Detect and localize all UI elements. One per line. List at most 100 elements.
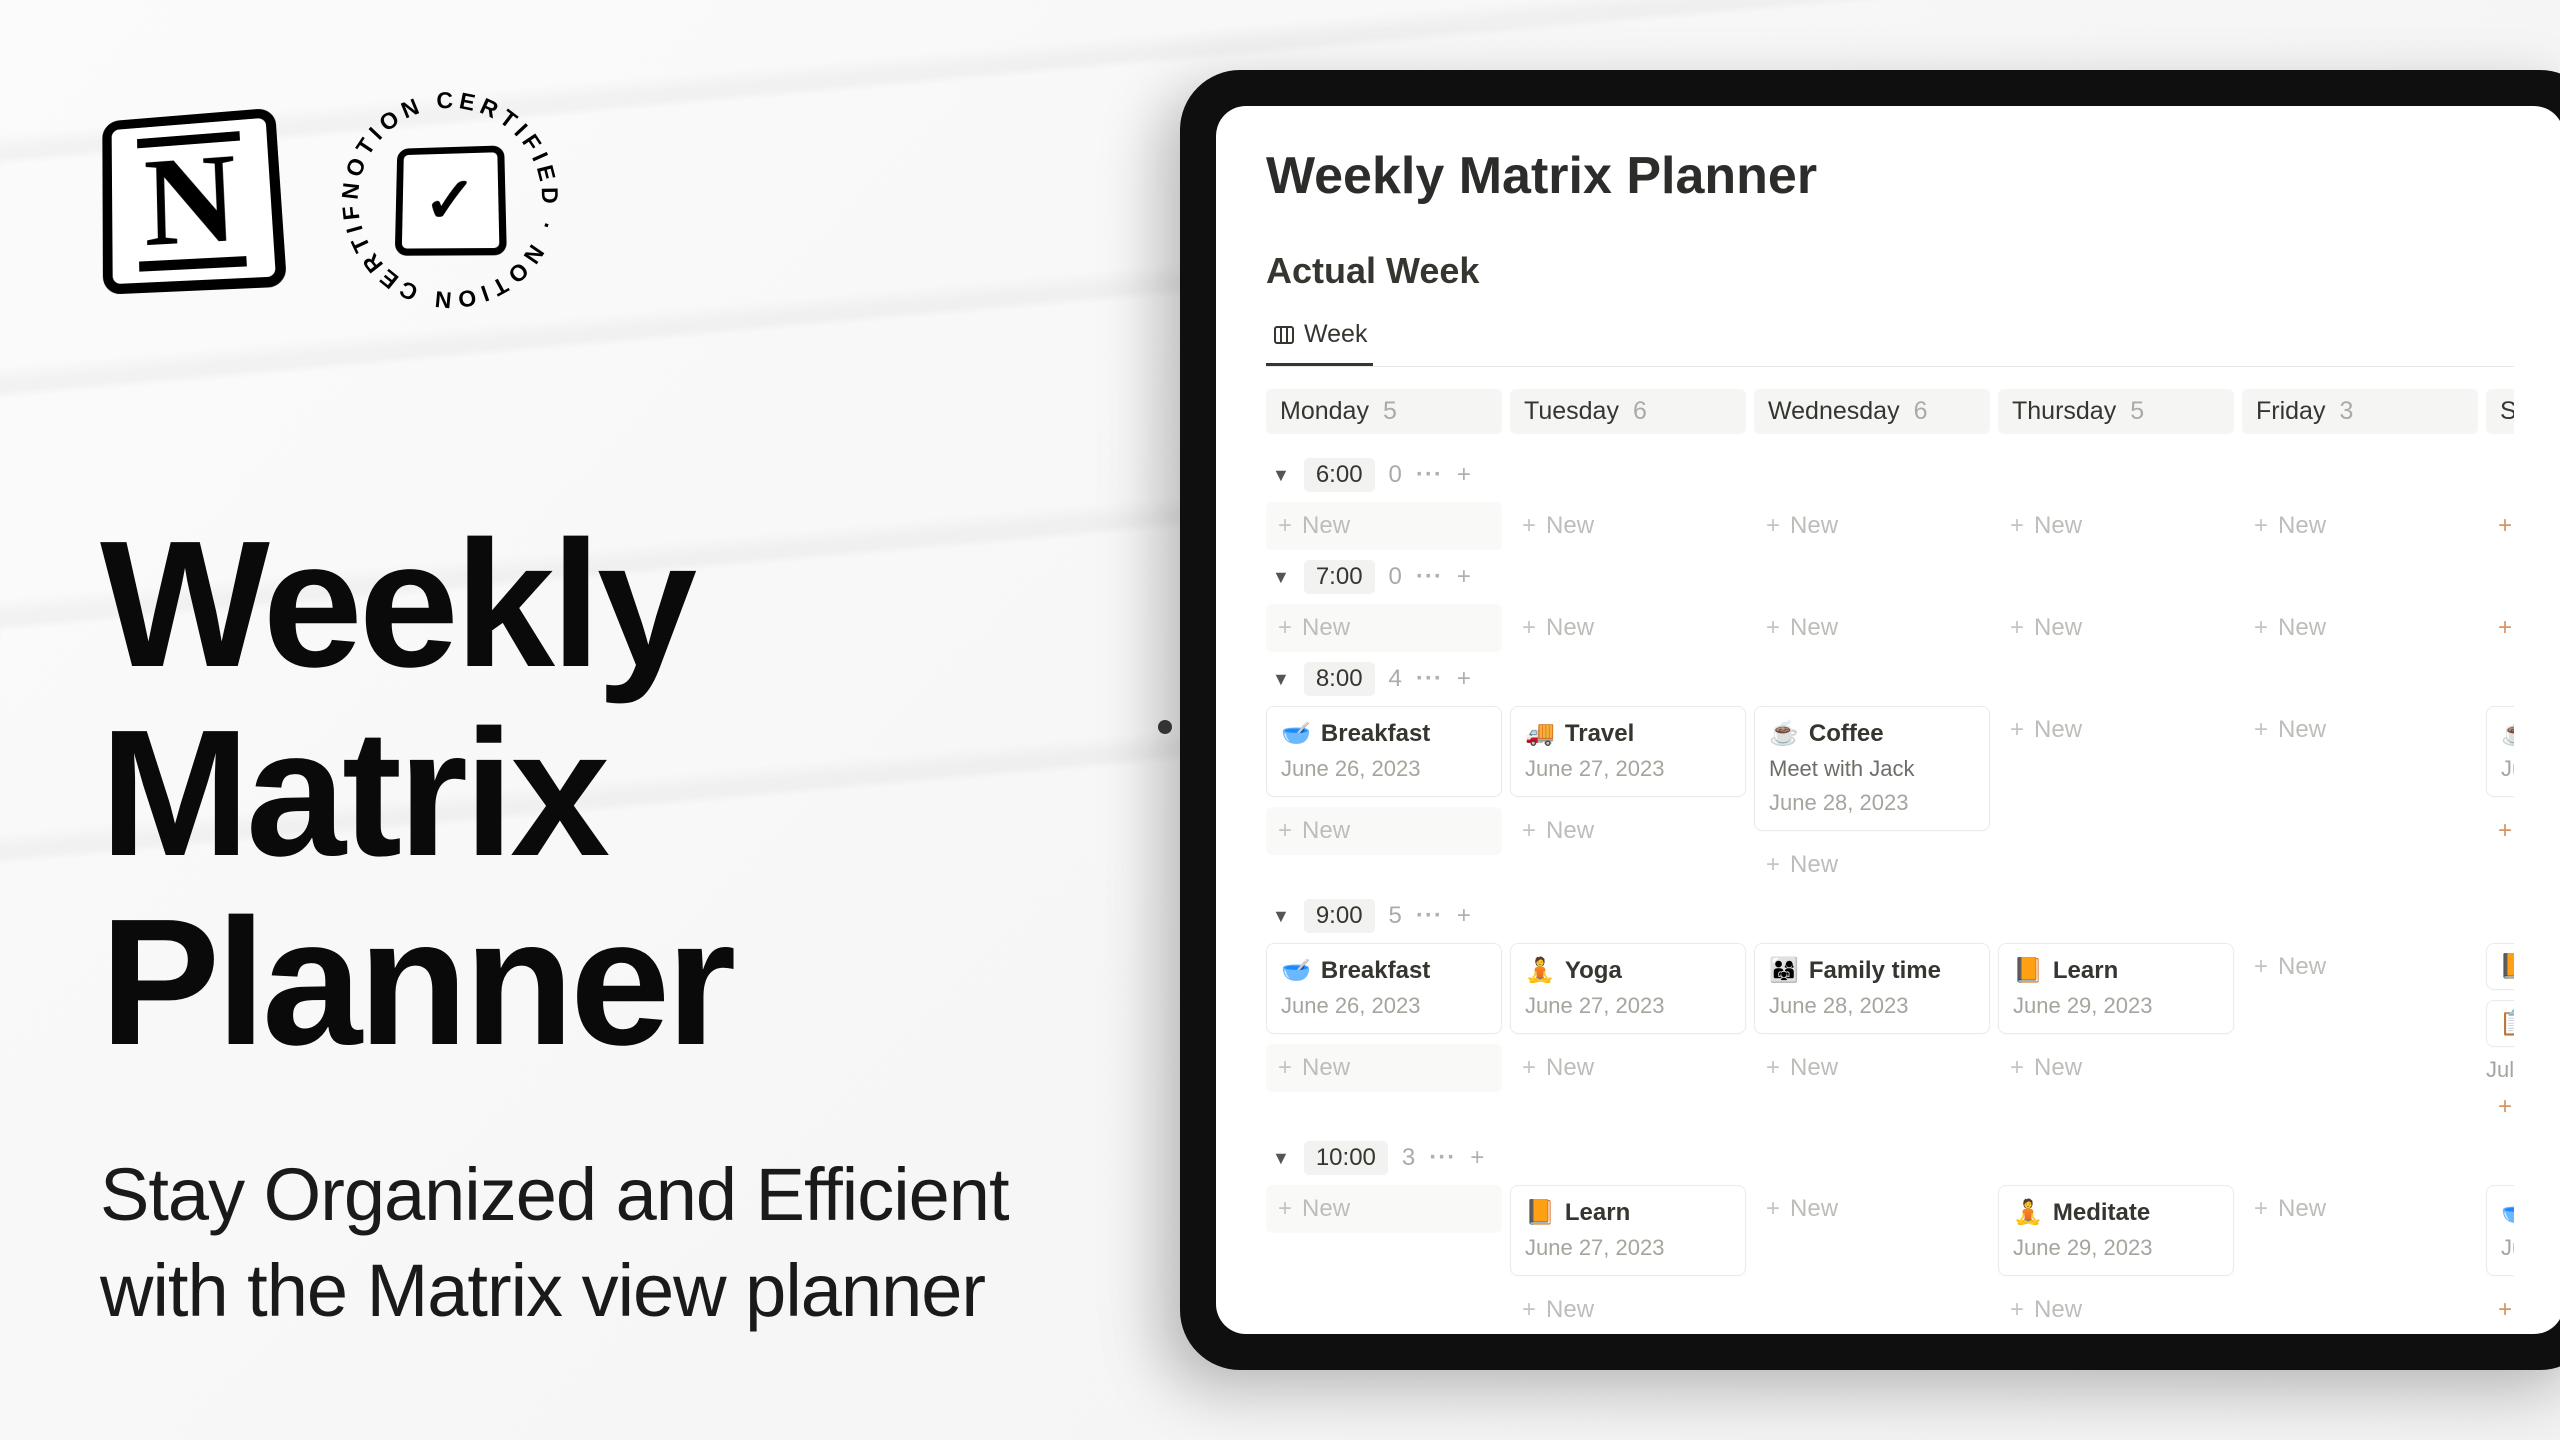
- add-icon[interactable]: +: [1457, 902, 1471, 930]
- new-button[interactable]: +New: [1998, 502, 2234, 550]
- time-group-header[interactable]: ▼6:000···+: [1266, 448, 2514, 502]
- more-icon[interactable]: ···: [1429, 1144, 1456, 1172]
- card-title: 📙Learn: [1525, 1198, 1731, 1227]
- day-header-tuesday[interactable]: Tuesday6: [1510, 389, 1746, 434]
- new-button[interactable]: +New: [1266, 1044, 1502, 1092]
- more-icon[interactable]: ···: [1416, 665, 1443, 693]
- new-button[interactable]: +New: [1754, 1044, 1990, 1092]
- event-card[interactable]: 🥣BreakfastJune 26, 2023: [1266, 706, 1502, 797]
- event-card[interactable]: 📙LearnJune 27, 2023: [1510, 1185, 1746, 1276]
- day-name: Satu: [2500, 397, 2514, 426]
- day-header-friday[interactable]: Friday3: [2242, 389, 2478, 434]
- new-button[interactable]: +New: [1754, 1185, 1990, 1233]
- event-card[interactable]: ☕CoffeeMeet with JackJune 28, 2023: [1754, 706, 1990, 831]
- calendar-cell: +New: [1998, 706, 2242, 889]
- new-button[interactable]: +New: [2486, 1083, 2514, 1131]
- calendar-cell: 👨‍👩‍👧Family timeJune 28, 2023 +New: [1754, 943, 1998, 1131]
- new-button[interactable]: +New: [1754, 604, 1990, 652]
- card-title: 🥣B: [2501, 1198, 2514, 1227]
- tab-week[interactable]: Week: [1266, 310, 1373, 366]
- calendar-cell: 🚚TravelJune 27, 2023 +New: [1510, 706, 1754, 889]
- new-button[interactable]: +New: [1510, 604, 1746, 652]
- event-card[interactable]: 📙L: [2486, 943, 2514, 990]
- new-button[interactable]: +New: [1998, 604, 2234, 652]
- new-button[interactable]: +New: [1266, 807, 1502, 855]
- collapse-caret-icon[interactable]: ▼: [1272, 465, 1290, 486]
- calendar-cell: +New: [1266, 502, 1510, 550]
- time-group-header[interactable]: ▼9:005···+: [1266, 889, 2514, 943]
- more-icon[interactable]: ···: [1416, 902, 1443, 930]
- new-button[interactable]: +N: [2486, 502, 2514, 550]
- new-button[interactable]: +New: [2242, 502, 2478, 550]
- plus-icon: +: [2498, 614, 2512, 642]
- calendar-cell: +New: [1754, 604, 1998, 652]
- day-header-thursday[interactable]: Thursday5: [1998, 389, 2234, 434]
- day-name: Monday: [1280, 397, 1369, 426]
- collapse-caret-icon[interactable]: ▼: [1272, 567, 1290, 588]
- new-button[interactable]: +New: [1998, 706, 2234, 754]
- marketing-title: Weekly Matrix Planner: [100, 510, 1100, 1077]
- collapse-caret-icon[interactable]: ▼: [1272, 1148, 1290, 1169]
- plus-icon: +: [2010, 1296, 2024, 1324]
- calendar-cell: +New: [1754, 1185, 1998, 1334]
- new-button[interactable]: +New: [1998, 1044, 2234, 1092]
- card-title: 🧘Meditate: [2013, 1198, 2219, 1227]
- new-button[interactable]: +New: [1754, 841, 1990, 889]
- event-card[interactable]: 🧘YogaJune 27, 2023: [1510, 943, 1746, 1034]
- add-icon[interactable]: +: [1470, 1144, 1484, 1172]
- calendar-cell: 🧘Meditate June 29, 2023 +New: [1998, 1185, 2242, 1334]
- new-button[interactable]: +New: [2242, 604, 2478, 652]
- plus-icon: +: [1278, 817, 1292, 845]
- card-title: 📙Learn: [2013, 956, 2219, 985]
- new-button[interactable]: +New: [2486, 807, 2514, 855]
- new-button[interactable]: +New: [1266, 502, 1502, 550]
- calendar-cell: ☕CJuly +New: [2486, 706, 2514, 889]
- card-emoji-icon: 📙: [2013, 956, 2043, 985]
- add-icon[interactable]: +: [1457, 461, 1471, 489]
- day-header-monday[interactable]: Monday 5: [1266, 389, 1502, 434]
- time-group-header[interactable]: ▼7:000···+: [1266, 550, 2514, 604]
- card-emoji-icon: 📙: [1525, 1198, 1555, 1227]
- new-button[interactable]: +N: [2486, 604, 2514, 652]
- new-button[interactable]: +New: [1510, 502, 1746, 550]
- new-button[interactable]: +New: [1510, 807, 1746, 855]
- more-icon[interactable]: ···: [1416, 461, 1443, 489]
- event-card[interactable]: 📋Ir: [2486, 1000, 2514, 1047]
- collapse-caret-icon[interactable]: ▼: [1272, 669, 1290, 690]
- day-count: 5: [1383, 397, 1397, 426]
- card-note: Meet with Jack: [1769, 756, 1975, 782]
- time-group-header[interactable]: ▼8:004···+: [1266, 652, 2514, 706]
- day-count: 6: [1633, 397, 1647, 426]
- event-card[interactable]: 🧘Meditate June 29, 2023: [1998, 1185, 2234, 1276]
- event-card[interactable]: 🥣BJuly: [2486, 1185, 2514, 1276]
- new-button[interactable]: +N: [2486, 1286, 2514, 1334]
- new-button[interactable]: +New: [2242, 706, 2478, 754]
- new-label: New: [1302, 1195, 1350, 1223]
- calendar-cell: 🧘YogaJune 27, 2023 +New: [1510, 943, 1754, 1131]
- time-count: 5: [1389, 902, 1402, 930]
- add-icon[interactable]: +: [1457, 665, 1471, 693]
- card-title: 🥣Breakfast: [1281, 719, 1487, 748]
- event-card[interactable]: ☕CJuly: [2486, 706, 2514, 797]
- new-button[interactable]: +New: [2242, 943, 2478, 991]
- new-button[interactable]: +New: [1266, 1185, 1502, 1233]
- event-card[interactable]: 🚚TravelJune 27, 2023: [1510, 706, 1746, 797]
- new-button[interactable]: +New: [1998, 1286, 2234, 1334]
- event-card[interactable]: 👨‍👩‍👧Family timeJune 28, 2023: [1754, 943, 1990, 1034]
- card-date: June 29, 2023: [2013, 1235, 2219, 1261]
- new-button[interactable]: +New: [1266, 604, 1502, 652]
- more-icon[interactable]: ···: [1416, 563, 1443, 591]
- new-button[interactable]: +New: [2242, 1185, 2478, 1233]
- time-group-header[interactable]: ▼10:003···+: [1266, 1131, 2514, 1185]
- new-label: New: [2278, 716, 2326, 744]
- event-card[interactable]: 🥣BreakfastJune 26, 2023: [1266, 943, 1502, 1034]
- day-header-satu[interactable]: Satu: [2486, 389, 2514, 434]
- event-card[interactable]: 📙LearnJune 29, 2023: [1998, 943, 2234, 1034]
- collapse-caret-icon[interactable]: ▼: [1272, 906, 1290, 927]
- new-button[interactable]: +New: [1510, 1044, 1746, 1092]
- add-icon[interactable]: +: [1457, 563, 1471, 591]
- new-button[interactable]: +New: [1754, 502, 1990, 550]
- day-header-wednesday[interactable]: Wednesday6: [1754, 389, 1990, 434]
- new-button[interactable]: +New: [1510, 1286, 1746, 1334]
- plus-icon: +: [2254, 953, 2268, 981]
